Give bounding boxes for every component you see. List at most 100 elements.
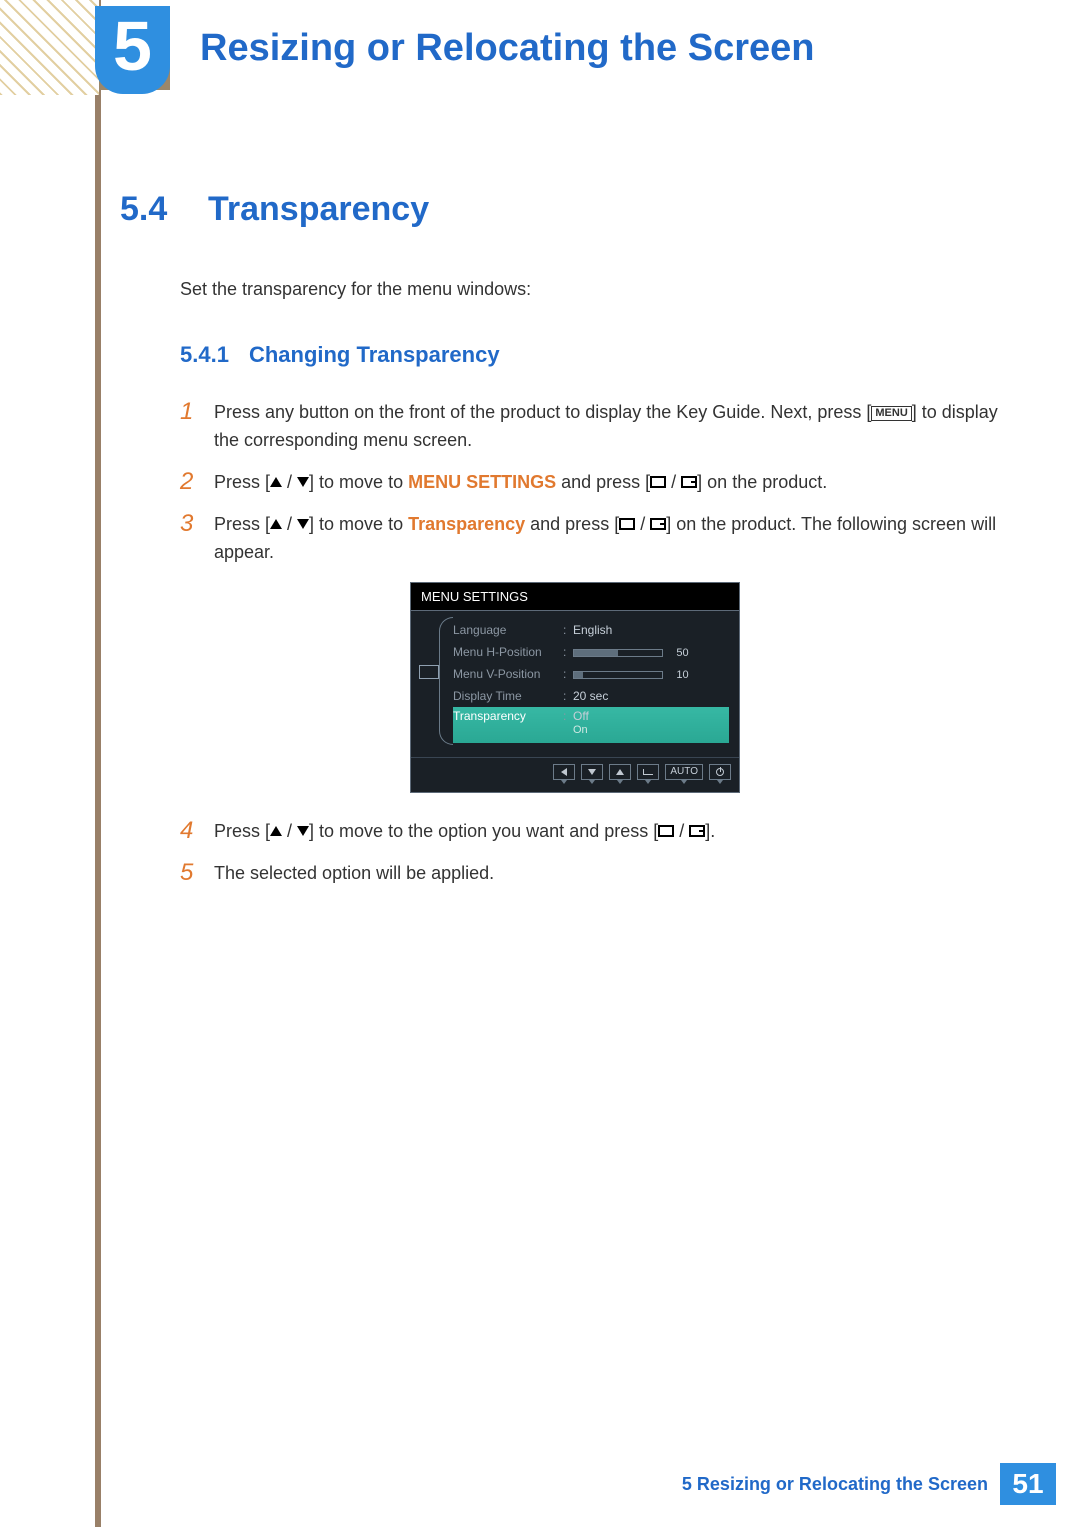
osd-value: 50 xyxy=(573,645,729,659)
section-heading: 5.4 Transparency xyxy=(120,190,1000,229)
steps-list: 1 Press any button on the front of the p… xyxy=(180,398,1000,887)
text: ] to move to the option you want and pre… xyxy=(309,821,658,841)
text: Press [ xyxy=(214,472,270,492)
enter-icon xyxy=(650,518,666,530)
osd-nav-back-icon xyxy=(553,764,575,780)
slider-fill xyxy=(574,650,618,656)
osd-option-off: Off xyxy=(573,709,729,723)
step-1: 1 Press any button on the front of the p… xyxy=(180,398,1000,454)
osd-nav-enter-icon xyxy=(637,764,659,780)
colon: : xyxy=(563,667,573,681)
osd-side-tabs xyxy=(411,611,447,757)
text: Press any button on the front of the pro… xyxy=(214,402,871,422)
enter-icon xyxy=(681,476,697,488)
text: ]. xyxy=(705,821,715,841)
chapter-title: Resizing or Relocating the Screen xyxy=(200,27,814,70)
osd-label: Menu H-Position xyxy=(453,645,563,659)
osd-nav-power-icon xyxy=(709,764,731,780)
text: Press [ xyxy=(214,821,270,841)
text: ] on the product. xyxy=(697,472,827,492)
osd-row-hposition: Menu H-Position : 50 xyxy=(453,641,729,663)
hatch-decoration xyxy=(0,0,99,95)
section-title: Transparency xyxy=(208,190,429,229)
osd-nav-down-icon xyxy=(581,764,603,780)
slider-bar xyxy=(573,649,663,657)
slider-fill xyxy=(574,672,583,678)
section-intro: Set the transparency for the menu window… xyxy=(180,279,980,300)
osd-panel: MENU SETTINGS Language : English Menu xyxy=(410,582,740,793)
chapter-title-bar: Resizing or Relocating the Screen xyxy=(170,6,1080,90)
step-3: 3 Press [ / ] to move to Transparency an… xyxy=(180,510,1000,566)
osd-nav-auto: AUTO xyxy=(665,764,703,780)
step-body: Press [ / ] to move to MENU SETTINGS and… xyxy=(214,468,1000,496)
subsection-number: 5.4.1 xyxy=(180,342,229,368)
osd-row-vposition: Menu V-Position : 10 xyxy=(453,663,729,685)
step-4: 4 Press [ / ] to move to the option you … xyxy=(180,817,1000,845)
triangle-down-icon xyxy=(297,826,309,836)
step-number: 4 xyxy=(180,817,198,845)
source-icon xyxy=(658,825,674,837)
osd-arc-decoration xyxy=(439,617,453,745)
slider-bar xyxy=(573,671,663,679)
enter-icon xyxy=(689,825,705,837)
step-2: 2 Press [ / ] to move to MENU SETTINGS a… xyxy=(180,468,1000,496)
step-body: Press any button on the front of the pro… xyxy=(214,398,1000,454)
footer-chapter-text: 5 Resizing or Relocating the Screen xyxy=(682,1474,988,1495)
triangle-down-icon xyxy=(297,477,309,487)
osd-label: Language xyxy=(453,623,563,637)
step-body: The selected option will be applied. xyxy=(214,859,1000,887)
step-5: 5 The selected option will be applied. xyxy=(180,859,1000,887)
step-number: 2 xyxy=(180,468,198,496)
chapter-number-tab: 5 xyxy=(95,6,170,94)
text: ] to move to xyxy=(309,472,408,492)
slider-value: 50 xyxy=(676,647,688,659)
source-icon xyxy=(650,476,666,488)
osd-option-on: On xyxy=(573,724,729,736)
osd-title: MENU SETTINGS xyxy=(411,583,739,611)
osd-row-language: Language : English xyxy=(453,619,729,641)
osd-value: 10 xyxy=(573,667,729,681)
source-icon xyxy=(619,518,635,530)
text: and press [ xyxy=(525,514,619,534)
triangle-up-icon xyxy=(270,826,282,836)
osd-label: Transparency xyxy=(453,709,563,723)
osd-value: 20 sec xyxy=(573,689,729,703)
step-body: Press [ / ] to move to Transparency and … xyxy=(214,510,1000,566)
colon: : xyxy=(563,645,573,659)
osd-value: English xyxy=(573,623,729,637)
text: Press [ xyxy=(214,514,270,534)
osd-screenshot: MENU SETTINGS Language : English Menu xyxy=(410,582,1000,793)
step-body: Press [ / ] to move to the option you wa… xyxy=(214,817,1000,845)
text: ] to move to xyxy=(309,514,408,534)
colon: : xyxy=(563,709,573,723)
step-number: 3 xyxy=(180,510,198,566)
osd-row-transparency: Transparency : Off On xyxy=(453,707,729,743)
subsection-heading: 5.4.1 Changing Transparency xyxy=(180,342,1000,368)
osd-nav-bar: AUTO xyxy=(411,757,739,792)
step-number: 5 xyxy=(180,859,198,887)
highlight: MENU SETTINGS xyxy=(408,472,556,492)
triangle-up-icon xyxy=(270,477,282,487)
step-number: 1 xyxy=(180,398,198,454)
subsection-title: Changing Transparency xyxy=(249,342,500,368)
text: The selected option will be applied. xyxy=(214,863,494,883)
menu-label-icon: MENU xyxy=(871,406,911,421)
page-footer: 5 Resizing or Relocating the Screen 51 xyxy=(0,1463,1080,1505)
osd-value: Off On xyxy=(573,709,729,736)
content-area: 5.4 Transparency Set the transparency fo… xyxy=(120,190,1000,901)
slider-value: 10 xyxy=(676,669,688,681)
triangle-down-icon xyxy=(297,519,309,529)
section-number: 5.4 xyxy=(120,190,180,229)
osd-tab-icon xyxy=(419,665,439,679)
osd-rows: Language : English Menu H-Position : 50 xyxy=(447,611,739,757)
osd-label: Display Time xyxy=(453,689,563,703)
colon: : xyxy=(563,623,573,637)
osd-label: Menu V-Position xyxy=(453,667,563,681)
footer-page-number: 51 xyxy=(1000,1463,1056,1505)
triangle-up-icon xyxy=(270,519,282,529)
osd-row-displaytime: Display Time : 20 sec xyxy=(453,685,729,707)
text: and press [ xyxy=(556,472,650,492)
left-strip xyxy=(95,0,101,1527)
osd-nav-up-icon xyxy=(609,764,631,780)
highlight: Transparency xyxy=(408,514,525,534)
